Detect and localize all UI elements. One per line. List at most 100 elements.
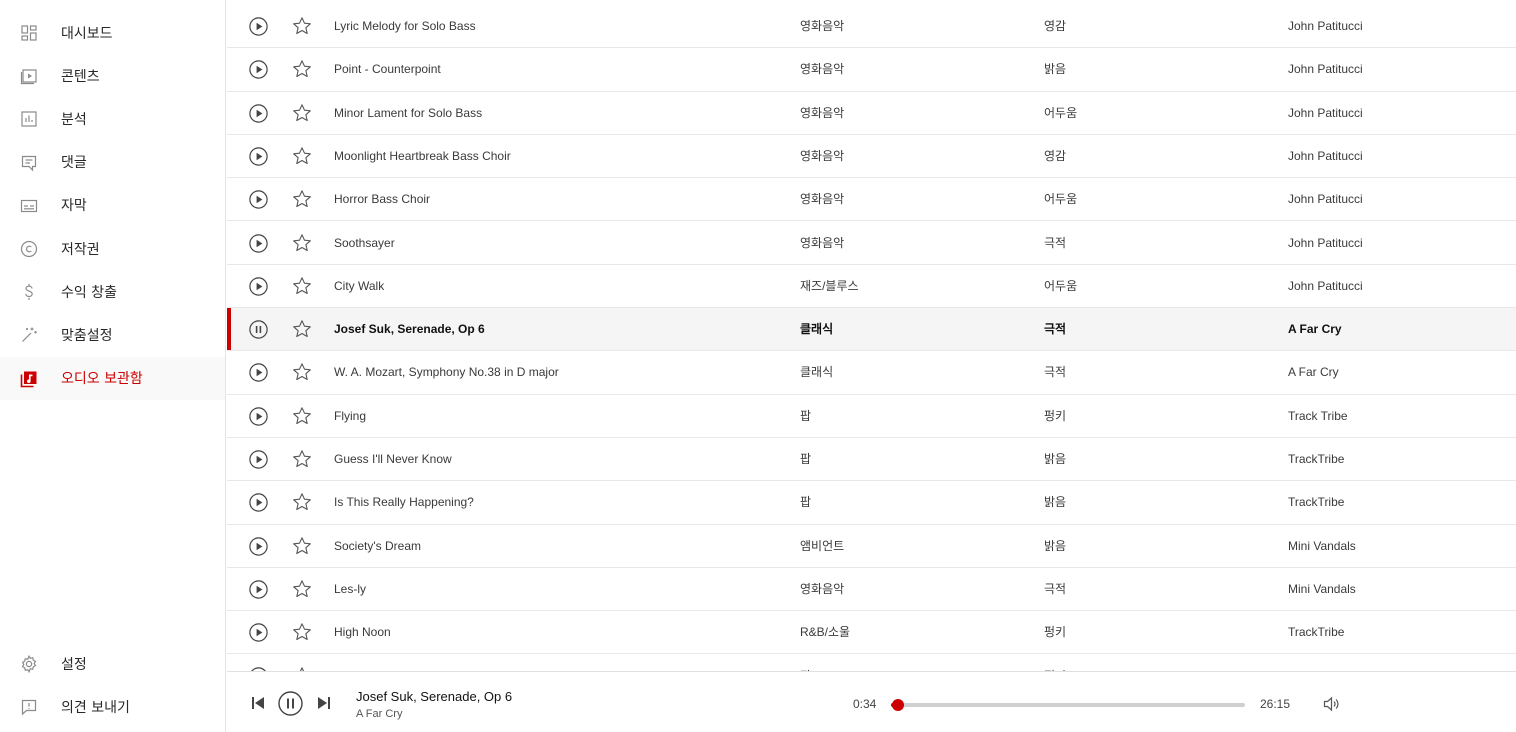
star-icon [293, 450, 311, 468]
track-genre: R&B/소울 [800, 625, 851, 640]
track-artist: John Patitucci [1288, 62, 1363, 77]
track-mood: 펑키 [1044, 655, 1066, 672]
table-row[interactable]: Society's Dream 앰비언트 밝음 Mini Vandals [227, 525, 1516, 568]
play-circle-icon [249, 147, 268, 166]
volume-icon [1323, 696, 1339, 712]
play-circle-icon [249, 233, 268, 253]
table-row[interactable]: City Walk 재즈/블루스 어두움 John Patitucci [227, 265, 1516, 309]
track-title: Flying [334, 408, 367, 423]
track-list: Lyric Melody for Solo Bass 영화음악 영감 John Pat… [227, 0, 1516, 671]
seek-handle[interactable] [892, 699, 905, 711]
play-track-button[interactable] [249, 623, 268, 642]
pause-button[interactable] [278, 691, 303, 716]
table-row[interactable]: Is This Really Happening? 팝 밝음 TrackTribe [227, 481, 1516, 525]
sidebar-item-label: 대시보드 [61, 25, 113, 42]
play-circle-icon [249, 363, 268, 383]
table-row[interactable]: Soothsayer 영화음악 극적 John Patitucci [227, 222, 1516, 265]
now-playing-title: Josef Suk, Serenade, Op 6 [356, 689, 513, 704]
favorite-star-button[interactable] [292, 103, 312, 123]
favorite-star-button[interactable] [292, 146, 312, 166]
star-icon [293, 623, 311, 641]
star-icon [293, 17, 311, 35]
play-track-button[interactable] [249, 450, 268, 469]
pause-track-button[interactable] [249, 320, 268, 339]
play-circle-icon [249, 60, 268, 79]
table-row[interactable]: Point - Counterpoint 영화음악 밝음 John Patitucci [227, 48, 1516, 92]
favorite-star-button[interactable] [292, 59, 312, 79]
track-genre: 팝 [800, 655, 811, 672]
sidebar-item-7[interactable]: 수익 창출 [0, 270, 225, 313]
track-genre: 재즈/블루스 [800, 278, 859, 293]
play-track-button[interactable] [249, 147, 268, 166]
play-track-button[interactable] [249, 190, 268, 209]
audio-player: Josef Suk, Serenade, Op 6 A Far Cry 0:34… [227, 671, 1516, 732]
favorite-star-button[interactable] [292, 362, 312, 382]
seek-bar[interactable] [891, 699, 1245, 711]
table-row[interactable]: 팝 펑키 [227, 655, 1516, 672]
sidebar-item-3[interactable]: 분석 [0, 97, 225, 140]
now-playing-artist: A Far Cry [356, 708, 403, 720]
table-row[interactable]: Lyric Melody for Solo Bass 영화음악 영감 John Pat… [227, 5, 1516, 49]
favorite-star-button[interactable] [292, 536, 312, 556]
favorite-star-button[interactable] [292, 449, 312, 469]
table-row[interactable]: High Noon R&B/소울 펑키 TrackTribe [227, 611, 1516, 655]
track-mood: 밝음 [1044, 538, 1067, 553]
sidebar-item-label: 맞춤설정 [61, 327, 113, 344]
table-row[interactable]: Josef Suk, Serenade, Op 6 클래식 극적 A Far Cry [227, 308, 1516, 352]
play-track-button[interactable] [249, 363, 268, 383]
table-row[interactable]: Moonlight Heartbreak Bass Choir 영화음악 영감 Joh… [227, 135, 1516, 179]
table-row[interactable]: Flying 팝 펑키 Track Tribe [227, 395, 1516, 438]
sidebar-item-9[interactable]: 오디오 보관함 [0, 356, 225, 400]
sidebar-item-2[interactable]: 콘텐츠 [0, 54, 225, 97]
sidebar-item-settings[interactable]: 설정 [0, 642, 225, 685]
favorite-star-button[interactable] [292, 622, 312, 642]
track-mood: 극적 [1044, 365, 1067, 380]
table-row[interactable]: Guess I'll Never Know 팝 밝음 TrackTribe [227, 438, 1516, 482]
favorite-star-button[interactable] [292, 406, 312, 426]
table-row[interactable]: W. A. Mozart, Symphony No.38 in D major 클… [227, 351, 1516, 395]
play-track-button[interactable] [249, 277, 268, 296]
favorite-star-button[interactable] [292, 189, 312, 209]
volume-button[interactable] [1321, 694, 1341, 714]
next-track-button[interactable] [315, 694, 333, 712]
play-circle-icon [249, 406, 268, 426]
sidebar-item-feedback[interactable]: 의견 보내기 [0, 685, 225, 728]
sidebar-item-8[interactable]: 맞춤설정 [0, 313, 225, 356]
play-track-button[interactable] [249, 103, 268, 123]
star-icon [293, 536, 311, 554]
favorite-star-button[interactable] [292, 16, 312, 36]
table-row[interactable]: Horror Bass Choir 영화음악 어두움 John Patitucci [227, 178, 1516, 222]
star-icon [293, 147, 311, 164]
track-title: Lyric Melody for Solo Bass [334, 19, 476, 33]
sidebar-item-4[interactable]: 댓글 [0, 141, 225, 184]
play-track-button[interactable] [249, 233, 268, 253]
play-track-button[interactable] [249, 406, 268, 426]
track-genre: 영화음악 [800, 62, 845, 77]
favorite-star-button[interactable] [292, 579, 312, 599]
play-track-button[interactable] [249, 60, 268, 79]
play-track-button[interactable] [249, 580, 268, 599]
star-icon [293, 190, 311, 208]
play-track-button[interactable] [249, 493, 268, 512]
sidebar-item-5[interactable]: 자막 [0, 184, 225, 227]
previous-track-button[interactable] [249, 694, 267, 712]
play-track-button[interactable] [249, 536, 268, 556]
track-title: Horror Bass Choir [334, 192, 431, 207]
play-track-button[interactable] [249, 17, 268, 36]
favorite-star-button[interactable] [292, 492, 312, 512]
favorite-star-button[interactable] [292, 233, 312, 253]
favorite-star-button[interactable] [292, 276, 312, 296]
sidebar-item-6[interactable]: 저작권 [0, 227, 225, 270]
now-playing-indicator [227, 308, 231, 351]
audio-library-icon [19, 369, 39, 389]
track-artist: John Patitucci [1288, 278, 1363, 293]
star-icon [293, 363, 311, 381]
sidebar-item-1[interactable]: 대시보드 [0, 11, 225, 54]
track-mood: 펑키 [1044, 408, 1067, 423]
dashboard-icon [19, 23, 39, 43]
track-mood: 극적 [1044, 235, 1067, 250]
table-row[interactable]: Minor Lament for Solo Bass 영화음악 어두움 John Pa… [227, 92, 1516, 135]
favorite-star-button[interactable] [292, 319, 312, 339]
track-mood: 영감 [1044, 19, 1067, 33]
table-row[interactable]: Les-ly 영화음악 극적 Mini Vandals [227, 568, 1516, 612]
